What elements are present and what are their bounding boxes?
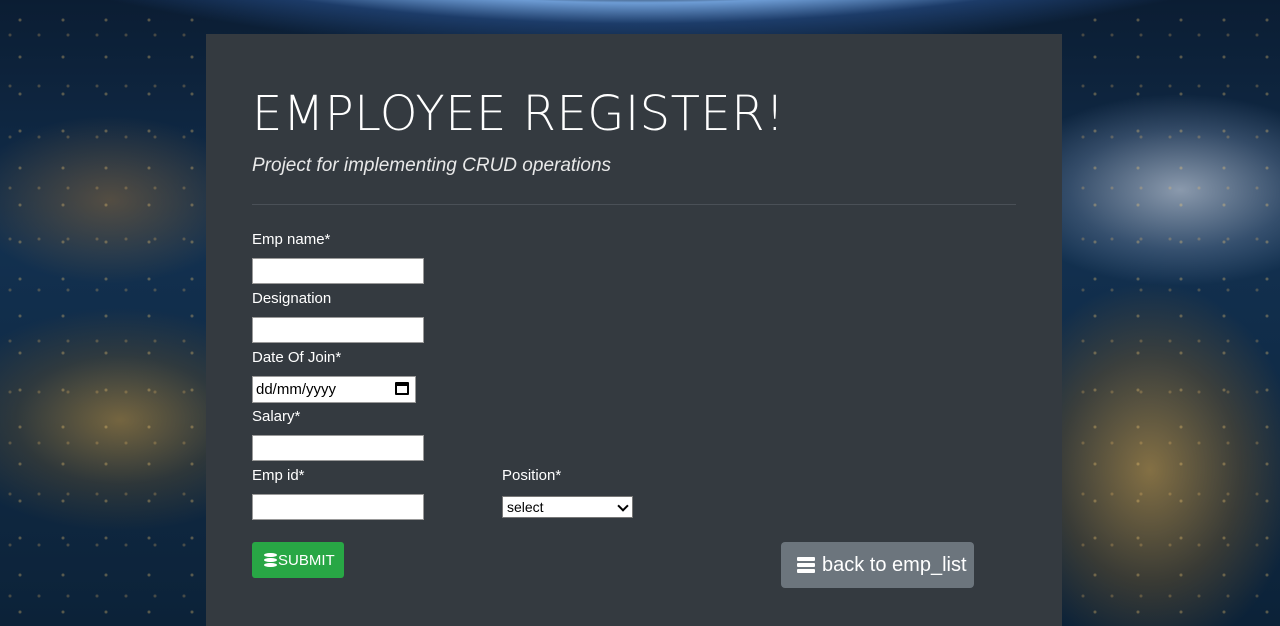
submit-button-label: SUBMIT: [278, 551, 335, 569]
register-panel: EMPLOYEE REGISTER! Project for implement…: [206, 34, 1062, 626]
salary-field[interactable]: [252, 435, 424, 461]
position-label: Position*: [502, 467, 562, 484]
submit-button[interactable]: SUBMIT: [252, 542, 344, 578]
date-placeholder: dd/mm/yyyy: [256, 381, 337, 398]
database-icon: [264, 552, 277, 568]
salary-label: Salary*: [252, 408, 301, 425]
back-button-label: back to emp_list: [822, 553, 967, 576]
divider: [252, 204, 1016, 205]
emp-id-field[interactable]: [252, 494, 424, 520]
position-select[interactable]: select: [502, 496, 633, 518]
emp-id-label: Emp id*: [252, 467, 305, 484]
page-title: EMPLOYEE REGISTER!: [252, 86, 785, 142]
page-subtitle: Project for implementing CRUD operations: [252, 155, 612, 176]
chevron-down-icon: [617, 500, 629, 512]
emp-name-label: Emp name*: [252, 231, 331, 248]
list-icon: [797, 556, 815, 574]
position-selected-value: select: [507, 499, 544, 515]
date-of-join-label: Date Of Join*: [252, 349, 342, 366]
emp-name-field[interactable]: [252, 258, 424, 284]
designation-label: Designation: [252, 290, 332, 307]
back-to-list-button[interactable]: back to emp_list: [781, 542, 974, 588]
calendar-icon[interactable]: [395, 382, 409, 395]
date-of-join-field[interactable]: dd/mm/yyyy: [252, 376, 416, 403]
designation-field[interactable]: [252, 317, 424, 343]
